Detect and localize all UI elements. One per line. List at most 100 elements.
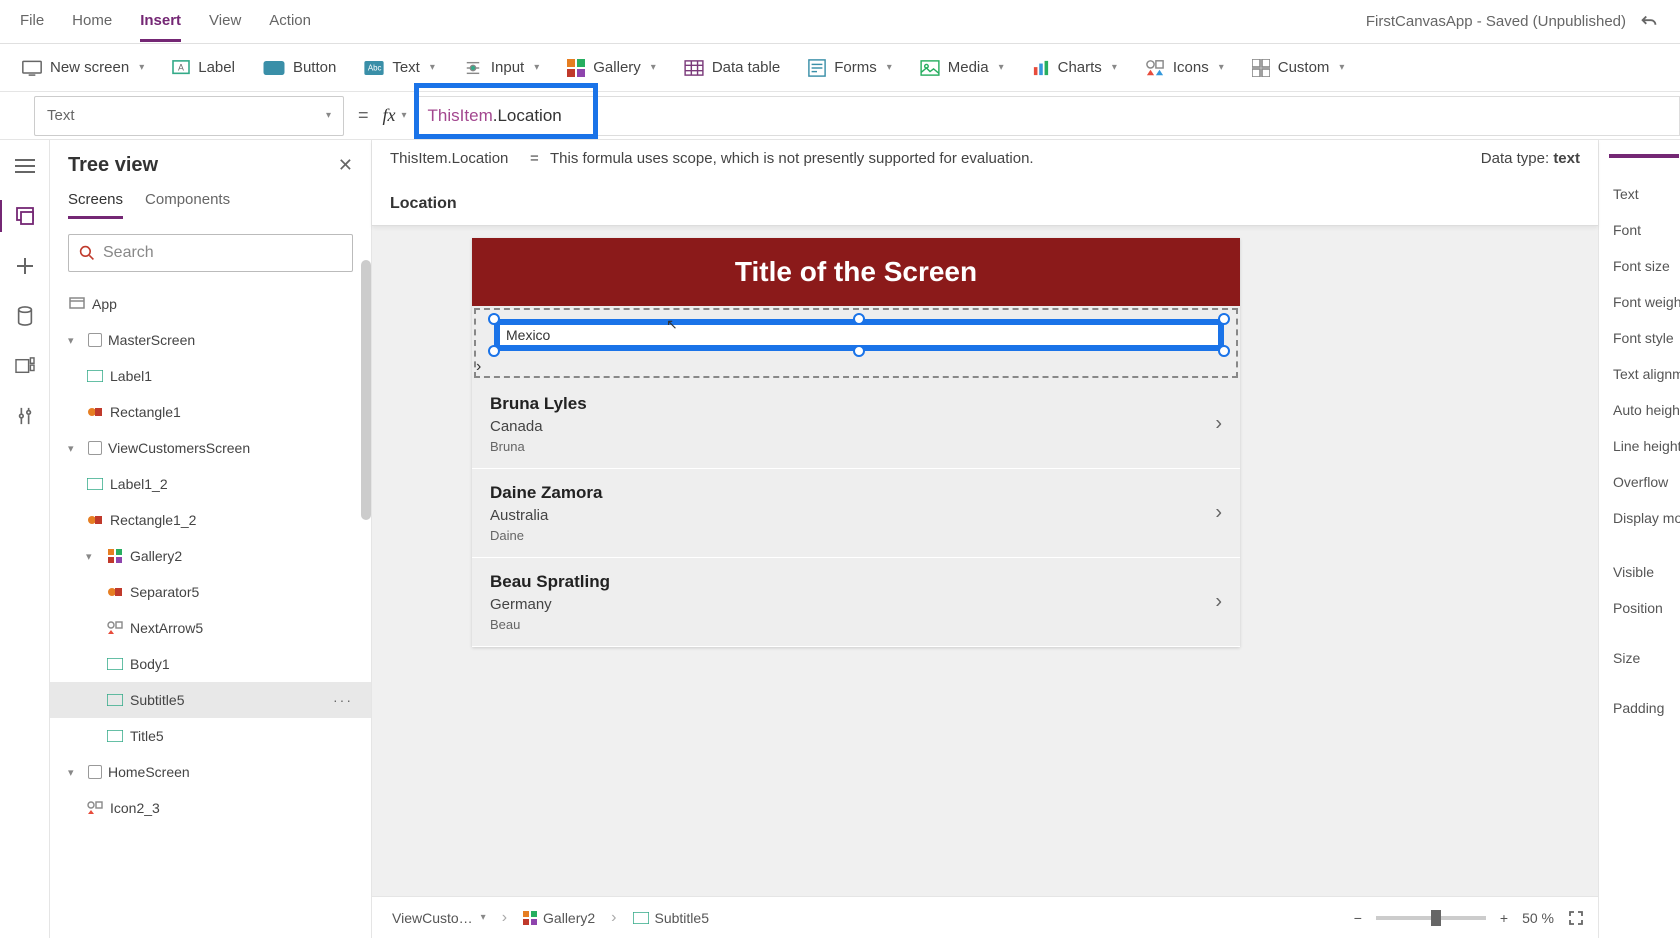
gallery-control[interactable]: Mexico ↖ › Bruna Lyles: [472, 308, 1240, 647]
tree-label1[interactable]: Label1: [50, 358, 371, 394]
input-button[interactable]: Input▾: [459, 53, 543, 82]
tab-components[interactable]: Components: [145, 191, 230, 219]
gallery-button[interactable]: Gallery▾: [563, 53, 660, 83]
resize-handle[interactable]: [488, 345, 500, 357]
menu-action[interactable]: Action: [269, 2, 311, 42]
tree-icon2_3[interactable]: Icon2_3: [50, 790, 371, 826]
fx-button[interactable]: fx ▾: [383, 105, 407, 126]
tree-masterscreen[interactable]: ▾ MasterScreen: [50, 322, 371, 358]
tree-label1_2[interactable]: Label1_2: [50, 466, 371, 502]
more-icon[interactable]: ···: [333, 692, 353, 708]
canvas-area: ThisItem.Location = This formula uses sc…: [372, 140, 1598, 938]
zoom-out-button[interactable]: −: [1354, 910, 1362, 926]
chevron-down-icon: ▾: [1219, 62, 1224, 73]
tree-nextarrow5[interactable]: NextArrow5: [50, 610, 371, 646]
breadcrumb-screen[interactable]: ViewCusto… ▾: [386, 910, 486, 926]
gallery-template-selected[interactable]: Mexico ↖ ›: [474, 308, 1238, 378]
button-label: Button: [293, 59, 336, 76]
data-table-label: Data table: [712, 59, 780, 76]
zoom-thumb[interactable]: [1431, 910, 1441, 926]
tree-rectangle1[interactable]: Rectangle1: [50, 394, 371, 430]
undo-icon[interactable]: [1638, 11, 1660, 33]
menu-home[interactable]: Home: [72, 2, 112, 42]
screen-preview[interactable]: Title of the Screen Mexico: [472, 238, 1240, 647]
chevron-right-icon[interactable]: ›: [1215, 591, 1222, 614]
label-button[interactable]: A Label: [168, 53, 239, 82]
resize-handle[interactable]: [488, 313, 500, 325]
forms-button[interactable]: Forms▾: [804, 53, 896, 83]
data-icon[interactable]: [13, 304, 37, 328]
tree-gallery2[interactable]: ▾ Gallery2: [50, 538, 371, 574]
charts-button[interactable]: Charts▾: [1028, 53, 1121, 82]
tree-body1[interactable]: Body1: [50, 646, 371, 682]
menu-view[interactable]: View: [209, 2, 241, 42]
tree-title5[interactable]: Title5: [50, 718, 371, 754]
prop-text-align[interactable]: Text alignment: [1613, 356, 1680, 392]
chevron-right-icon[interactable]: ›: [476, 358, 481, 375]
prop-size[interactable]: Size: [1613, 640, 1680, 676]
formula-input[interactable]: ThisItem.Location: [417, 96, 1680, 136]
intelli-suggestion[interactable]: Location: [390, 195, 1580, 213]
gallery-item[interactable]: Daine Zamora Australia Daine ›: [472, 469, 1240, 558]
prop-font-weight[interactable]: Font weight: [1613, 284, 1680, 320]
icons-button[interactable]: Icons▾: [1141, 53, 1228, 83]
tree-separator5[interactable]: Separator5: [50, 574, 371, 610]
prop-padding[interactable]: Padding: [1613, 690, 1680, 726]
chevron-right-icon[interactable]: ›: [1215, 502, 1222, 525]
zoom-in-button[interactable]: +: [1500, 910, 1508, 926]
prop-auto-height[interactable]: Auto height: [1613, 392, 1680, 428]
prop-font[interactable]: Font: [1613, 212, 1680, 248]
button-button[interactable]: Button: [259, 53, 340, 82]
tree-subtitle5[interactable]: Subtitle5 ···: [50, 682, 371, 718]
tab-screens[interactable]: Screens: [68, 191, 123, 219]
prop-position[interactable]: Position: [1613, 590, 1680, 626]
insert-ribbon: New screen▾ A Label Button Abc Text▾ Inp…: [0, 44, 1680, 92]
media-panel-icon[interactable]: [13, 354, 37, 378]
data-table-button[interactable]: Data table: [680, 53, 784, 82]
tools-icon[interactable]: [13, 404, 37, 428]
custom-button[interactable]: Custom▾: [1248, 53, 1349, 83]
tree-view-icon[interactable]: [13, 204, 37, 228]
add-icon[interactable]: [13, 254, 37, 278]
gallery-item[interactable]: Bruna Lyles Canada Bruna ›: [472, 380, 1240, 469]
chevron-right-icon[interactable]: ›: [1215, 413, 1222, 436]
media-button[interactable]: Media▾: [916, 53, 1008, 82]
resize-handle[interactable]: [853, 313, 865, 325]
resize-handle[interactable]: [1218, 313, 1230, 325]
zoom-value: 50 %: [1522, 910, 1554, 926]
search-input[interactable]: Search: [68, 234, 353, 272]
gallery-icon: [523, 911, 537, 925]
menu-insert[interactable]: Insert: [140, 2, 181, 42]
tree-homescreen[interactable]: ▾ HomeScreen: [50, 754, 371, 790]
resize-handle[interactable]: [1218, 345, 1230, 357]
menu-file[interactable]: File: [20, 2, 44, 42]
label-label: Label: [198, 59, 235, 76]
subtitle-selection[interactable]: Mexico: [494, 319, 1224, 351]
tree-rectangle1_2[interactable]: Rectangle1_2: [50, 502, 371, 538]
new-screen-button[interactable]: New screen▾: [18, 53, 148, 82]
prop-font-size[interactable]: Font size: [1613, 248, 1680, 284]
prop-font-style[interactable]: Font style: [1613, 320, 1680, 356]
gallery-item[interactable]: Beau Spratling Germany Beau ›: [472, 558, 1240, 647]
resize-handle[interactable]: [853, 345, 865, 357]
hamburger-icon[interactable]: [13, 154, 37, 178]
tree-app[interactable]: App: [50, 286, 371, 322]
prop-text[interactable]: Text: [1613, 176, 1680, 212]
zoom-slider[interactable]: [1376, 916, 1486, 920]
tree-label: Label1: [110, 368, 152, 384]
prop-visible[interactable]: Visible: [1613, 554, 1680, 590]
scrollbar[interactable]: [361, 260, 371, 520]
tree-label: Gallery2: [130, 548, 182, 564]
breadcrumb-subtitle[interactable]: Subtitle5: [633, 910, 709, 926]
close-icon[interactable]: ✕: [338, 155, 353, 176]
fit-icon[interactable]: [1568, 910, 1584, 926]
chevron-down-icon: ▾: [887, 62, 892, 73]
checkbox-icon: [88, 333, 102, 347]
text-button[interactable]: Abc Text▾: [360, 53, 439, 82]
property-selector[interactable]: Text ▾: [34, 96, 344, 136]
prop-line-height[interactable]: Line height: [1613, 428, 1680, 464]
tree-viewcustomers[interactable]: ▾ ViewCustomersScreen: [50, 430, 371, 466]
prop-display-mode[interactable]: Display mode: [1613, 500, 1680, 536]
breadcrumb-gallery[interactable]: Gallery2: [523, 910, 595, 926]
prop-overflow[interactable]: Overflow: [1613, 464, 1680, 500]
